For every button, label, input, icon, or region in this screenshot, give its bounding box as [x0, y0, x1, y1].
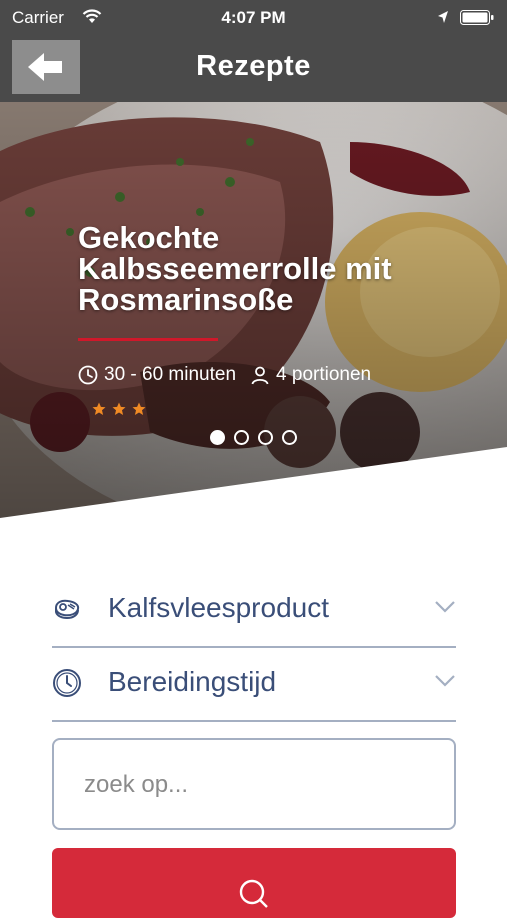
filter-label-product: Kalfsvleesproduct — [108, 592, 330, 623]
person-icon — [251, 366, 269, 385]
search-field-container — [52, 738, 456, 830]
meat-icon — [54, 599, 80, 620]
cooking-duration: 30 - 60 minuten — [104, 364, 237, 385]
carousel-dot-2[interactable] — [234, 430, 249, 445]
rating-stars — [92, 402, 146, 416]
search-icon — [239, 879, 268, 908]
portion-count: 4 portionen — [276, 364, 372, 385]
carousel-dots — [210, 430, 297, 445]
page-title: Rezepte — [196, 50, 311, 82]
title-underline — [78, 338, 218, 341]
clock-time: 4:07 PM — [221, 8, 286, 27]
star-icon — [92, 402, 106, 415]
carousel-dot-1[interactable] — [210, 430, 225, 445]
clock-icon — [53, 669, 81, 697]
location-arrow-icon — [438, 11, 448, 23]
star-icon — [112, 402, 126, 415]
status-bar: Carrier 4:07 PM — [0, 0, 507, 36]
filter-dropdown-product[interactable]: Kalfsvleesproduct — [52, 572, 456, 648]
recipe-title: Gekochte Kalbsseemerrolle mit Rosmarinso… — [78, 222, 438, 315]
star-icon — [132, 402, 146, 415]
recipe-hero-card[interactable]: Gekochte Kalbsseemerrolle mit Rosmarinso… — [0, 102, 507, 522]
nav-bar: Rezepte — [0, 36, 507, 102]
filter-dropdown-time[interactable]: Bereidingstijd — [52, 646, 456, 722]
recipe-title-line-2: Kalbsseemerrolle mit — [78, 251, 392, 286]
clock-icon — [78, 365, 98, 385]
chevron-down-icon — [435, 601, 455, 613]
filter-label-time: Bereidingstijd — [108, 666, 277, 697]
recipe-meta: 30 - 60 minuten 4 portionen — [78, 364, 371, 386]
search-input[interactable] — [84, 768, 424, 802]
carousel-dot-4[interactable] — [282, 430, 297, 445]
recipe-title-line-3: Rosmarinsoße — [78, 282, 294, 317]
search-button[interactable] — [52, 848, 456, 918]
battery-icon — [460, 10, 494, 25]
carousel-dot-3[interactable] — [258, 430, 273, 445]
chevron-down-icon — [435, 675, 455, 687]
recipe-title-line-1: Gekochte — [78, 220, 220, 255]
